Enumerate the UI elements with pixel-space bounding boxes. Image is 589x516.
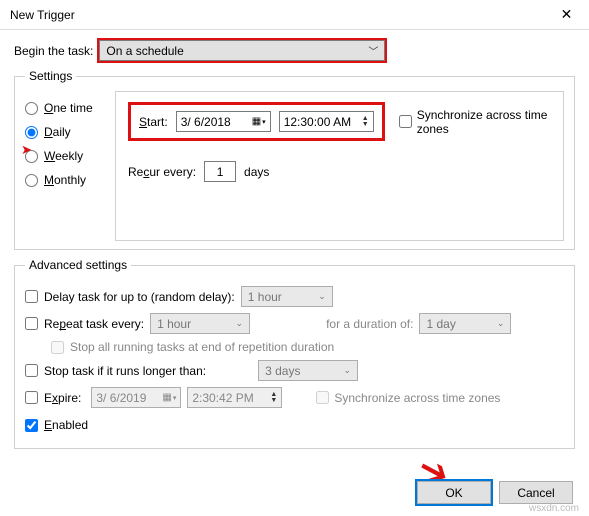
close-icon: ✕ xyxy=(561,6,573,23)
window-title: New Trigger xyxy=(10,8,75,22)
calendar-icon: ▦▾ xyxy=(162,392,176,403)
expire-sync-label: Synchronize across time zones xyxy=(334,391,500,405)
close-button[interactable]: ✕ xyxy=(544,0,589,30)
sync-timezones[interactable]: Synchronize across time zones xyxy=(399,108,551,136)
stop-if-select[interactable]: 3 days ⌄ xyxy=(258,360,358,381)
expire-sync: Synchronize across time zones xyxy=(316,391,500,405)
radio-daily[interactable]: Daily xyxy=(25,125,115,139)
schedule-panel: Start: 3/ 6/2018 ▦▾ 12:30:00 AM ▲▼ Synch… xyxy=(115,91,564,241)
time-spinner-icon[interactable]: ▲▼ xyxy=(270,392,277,404)
enabled-checkbox[interactable] xyxy=(25,419,38,432)
delay-checkbox[interactable] xyxy=(25,290,38,303)
chevron-down-icon: ⌄ xyxy=(497,318,505,329)
duration-select[interactable]: 1 day ⌄ xyxy=(419,313,511,334)
begin-task-select[interactable]: On a schedule ﹀ xyxy=(99,40,385,61)
sync-checkbox[interactable] xyxy=(399,115,412,128)
settings-group: Settings ➤ One time Daily Weekly xyxy=(14,69,575,250)
start-date-input[interactable]: 3/ 6/2018 ▦▾ xyxy=(176,111,271,132)
begin-task-value: On a schedule xyxy=(106,44,183,58)
titlebar: New Trigger ✕ xyxy=(0,0,589,30)
repeat-checkbox[interactable] xyxy=(25,317,38,330)
recur-value-input[interactable]: 1 xyxy=(204,161,236,182)
chevron-down-icon: ⌄ xyxy=(318,291,326,302)
annotation-arrow-icon: ➤ xyxy=(21,142,32,158)
delay-select[interactable]: 1 hour ⌄ xyxy=(241,286,333,307)
stop-if-checkbox[interactable] xyxy=(25,364,38,377)
expire-sync-checkbox xyxy=(316,391,329,404)
frequency-column: ➤ One time Daily Weekly Monthly xyxy=(25,91,115,241)
advanced-group: Advanced settings Delay task for up to (… xyxy=(14,258,575,449)
radio-monthly-input[interactable] xyxy=(25,174,38,187)
button-bar: OK Cancel xyxy=(417,481,573,504)
start-highlight: Start: 3/ 6/2018 ▦▾ 12:30:00 AM ▲▼ xyxy=(128,102,385,141)
chevron-down-icon: ⌄ xyxy=(236,318,244,329)
chevron-down-icon: ﹀ xyxy=(368,43,378,58)
time-spinner-icon[interactable]: ▲▼ xyxy=(362,116,369,128)
expire-checkbox[interactable] xyxy=(25,391,38,404)
cancel-button[interactable]: Cancel xyxy=(499,481,573,504)
begin-task-label: Begin the task: xyxy=(14,44,93,58)
radio-one-time[interactable]: One time xyxy=(25,101,115,115)
stop-all-label: Stop all running tasks at end of repetit… xyxy=(70,340,334,354)
expire-time-input[interactable]: 2:30:42 PM ▲▼ xyxy=(187,387,282,408)
repeat-select[interactable]: 1 hour ⌄ xyxy=(150,313,250,334)
watermark: wsxdn.com xyxy=(529,503,579,514)
radio-daily-input[interactable] xyxy=(25,126,38,139)
chevron-down-icon: ⌄ xyxy=(344,365,352,376)
sync-label: Synchronize across time zones xyxy=(417,108,551,136)
expire-date-input[interactable]: 3/ 6/2019 ▦▾ xyxy=(91,387,181,408)
calendar-icon: ▦▾ xyxy=(252,116,266,127)
ok-button[interactable]: OK xyxy=(417,481,491,504)
recur-unit: days xyxy=(244,165,269,179)
duration-label: for a duration of: xyxy=(326,317,413,331)
stop-all-checkbox xyxy=(51,341,64,354)
start-time-value: 12:30:00 AM xyxy=(284,115,351,129)
start-time-input[interactable]: 12:30:00 AM ▲▼ xyxy=(279,111,374,132)
start-date-value: 3/ 6/2018 xyxy=(181,115,231,129)
radio-weekly[interactable]: Weekly xyxy=(25,149,115,163)
settings-legend: Settings xyxy=(25,69,76,83)
advanced-legend: Advanced settings xyxy=(25,258,131,272)
radio-one-time-input[interactable] xyxy=(25,102,38,115)
radio-monthly[interactable]: Monthly xyxy=(25,173,115,187)
